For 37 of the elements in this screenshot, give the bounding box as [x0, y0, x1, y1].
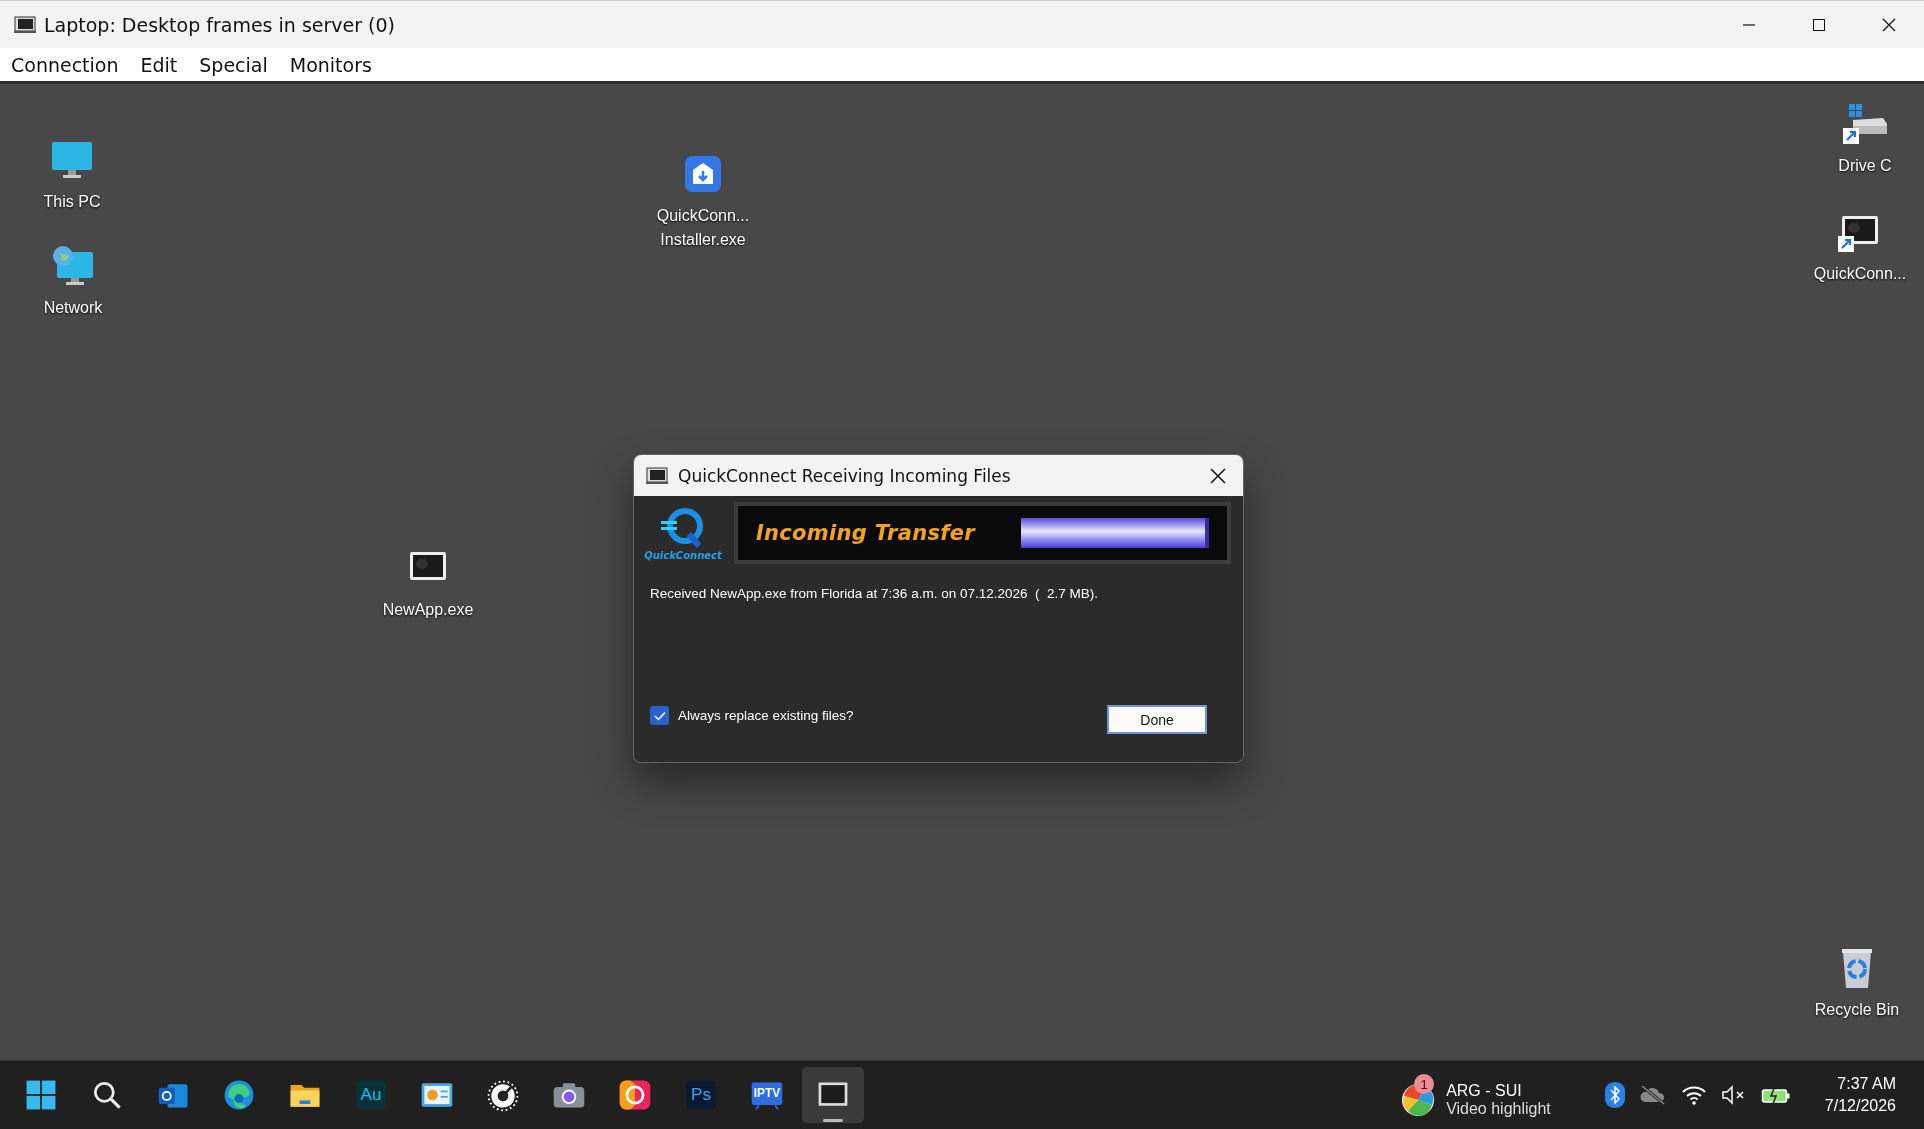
menu-item[interactable]: Edit [131, 53, 187, 76]
taskbar-app[interactable] [802, 1067, 864, 1123]
close-icon [1210, 467, 1226, 484]
clock[interactable]: 7:37 AM 7/12/2026 [1818, 1072, 1902, 1118]
news-widget[interactable]: 1 ARG - SUI Video highlight [1400, 1072, 1551, 1118]
desktop-shortcut[interactable]: Drive C [1820, 100, 1910, 178]
notification-badge: 1 [1414, 1074, 1435, 1094]
desktop-shortcut[interactable]: This PC [27, 136, 117, 214]
done-button[interactable]: Done [1107, 705, 1207, 734]
taskbar-app[interactable]: Ps [670, 1067, 732, 1123]
desktop-shortcut[interactable]: Network [28, 242, 118, 320]
logo-text: QuickConnect [644, 549, 722, 561]
muted-speaker-icon[interactable] [1720, 1085, 1747, 1105]
taskbar-app[interactable]: IPTV [736, 1067, 798, 1123]
check-icon [653, 710, 666, 721]
wifi-icon[interactable] [1680, 1085, 1707, 1105]
maximize-icon [1812, 17, 1826, 32]
bluetooth-icon[interactable] [1604, 1082, 1625, 1108]
transfer-message: Received NewApp.exe from Florida at 7:36 a.m. on 07.12.2026 ( 2.7 MB). [650, 586, 1099, 601]
taskbar-app[interactable]: Au [340, 1067, 402, 1123]
banner-text: Incoming Transfer [756, 521, 975, 545]
desktop-shortcut[interactable]: QuickConn... Installer.exe [658, 150, 748, 252]
desktop-shortcut[interactable]: Recycle Bin [1812, 944, 1902, 1022]
checkbox[interactable] [650, 706, 669, 725]
cloud-off-icon[interactable] [1638, 1084, 1667, 1106]
menu-item[interactable]: Special [190, 53, 277, 76]
minimize-icon [1742, 23, 1756, 26]
menu-item[interactable]: Connection [2, 53, 128, 76]
desktop-shortcut[interactable]: QuickConn... [1815, 208, 1905, 286]
checkbox-label: Always replace existing files? [678, 708, 855, 723]
monitor-icon [14, 15, 36, 34]
desktop-shortcut[interactable]: NewApp.exe [383, 544, 473, 622]
close-icon [1882, 17, 1896, 32]
dialog-title: QuickConnect Receiving Incoming Files [678, 465, 1012, 486]
monitor-icon [646, 466, 668, 485]
menu-item[interactable]: Monitors [280, 53, 381, 76]
window-title: Laptop: Desktop frames in server (0) [44, 13, 396, 36]
